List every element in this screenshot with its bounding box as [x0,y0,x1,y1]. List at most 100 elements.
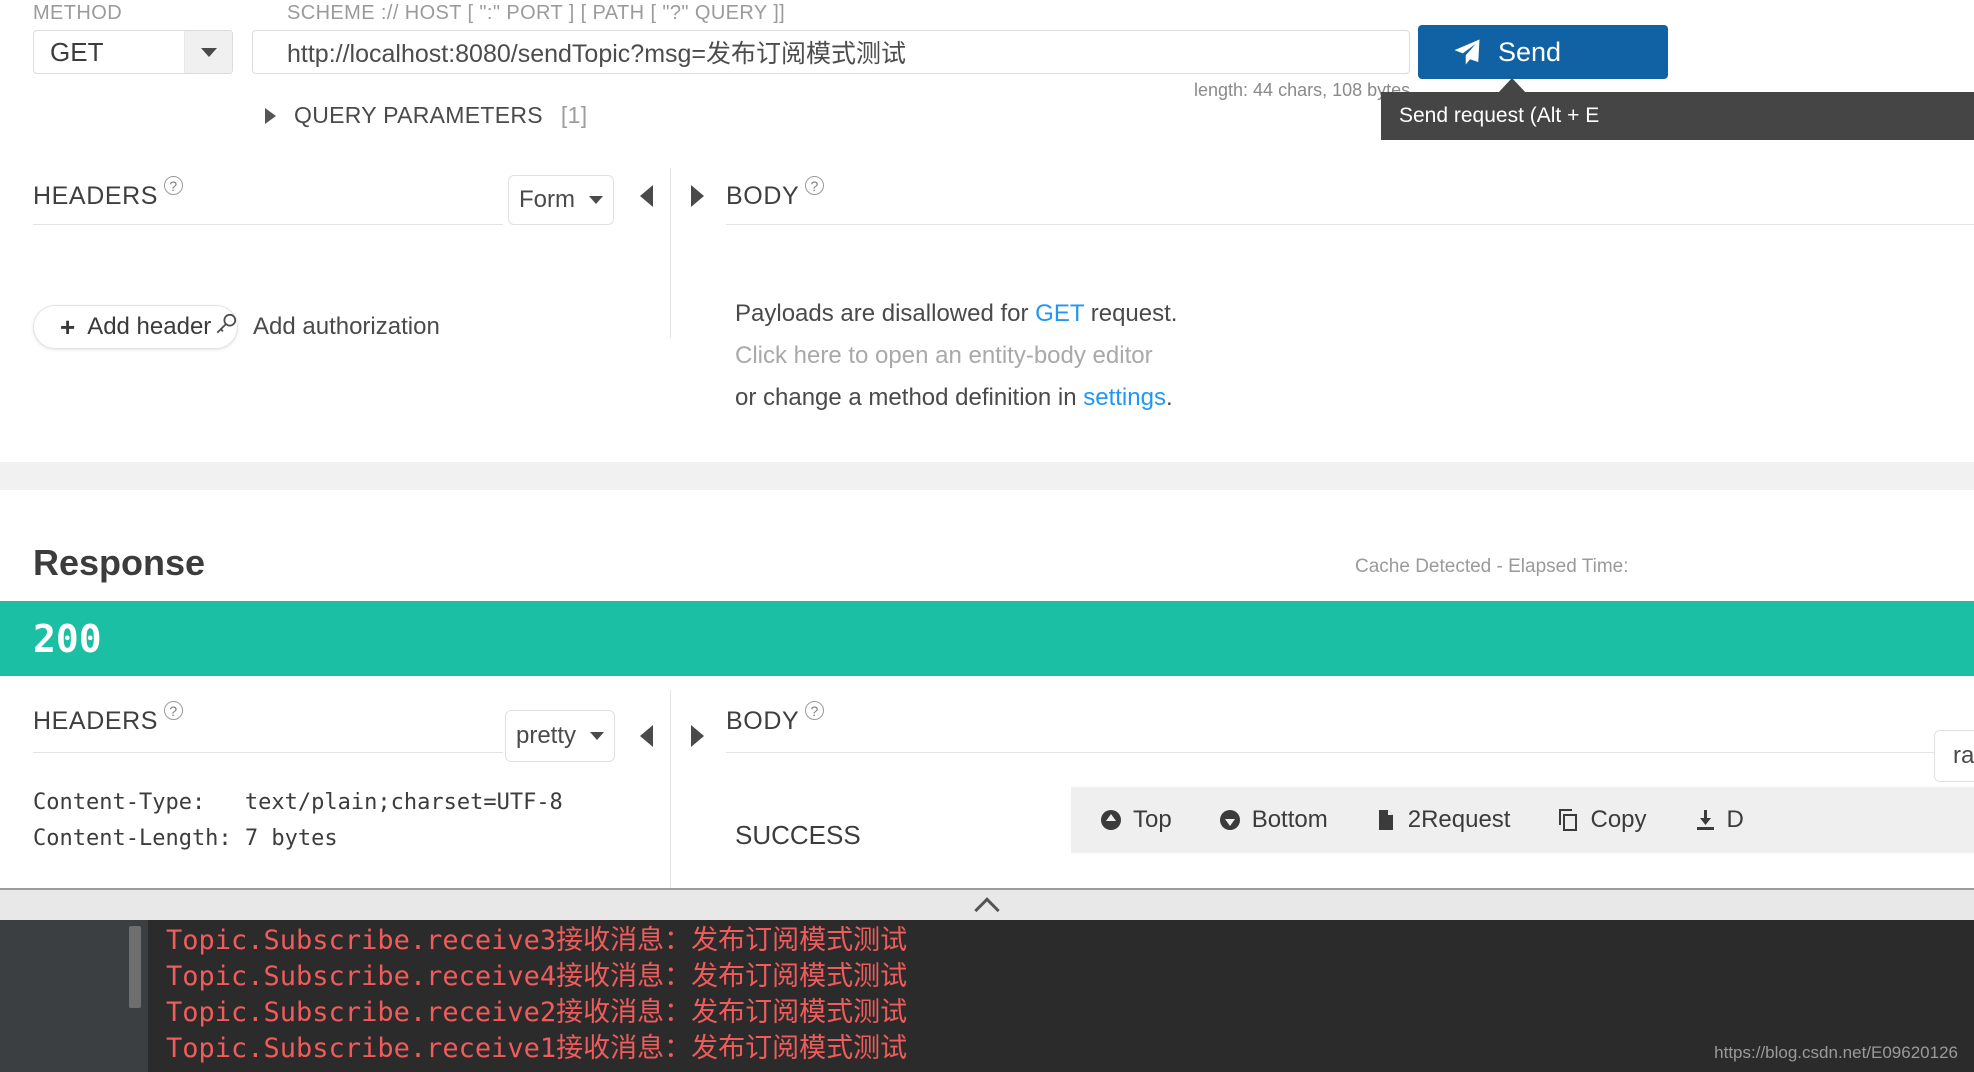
chevron-down-icon [589,196,603,204]
request-headers-label: HEADERS [33,182,159,210]
help-icon[interactable]: ? [164,176,184,195]
toolbar-download-button[interactable]: D [1693,806,1744,834]
triangle-left-icon [639,185,653,207]
toolbar-2request-button[interactable]: 2Request [1374,806,1511,834]
method-select-value: GET [50,36,104,67]
body-message-line-1: Payloads are disallowed for GET request. [735,300,1177,328]
response-raw-format-select[interactable]: ra [1934,730,1974,782]
response-collapse-right-button[interactable] [683,722,711,750]
response-title: Response [33,542,206,583]
toolbar-download-label: D [1726,806,1744,833]
response-body-text: SUCCESS [735,820,861,850]
add-authorization-button[interactable]: Add authorization [213,305,440,349]
method-column-label: METHOD [33,2,123,24]
send-button[interactable]: Send [1418,25,1668,79]
collapse-left-button[interactable] [632,182,660,210]
console-line: Topic.Subscribe.receive4接收消息：发布订阅模式测试 [166,961,908,992]
response-body-divider [726,752,1974,753]
chevron-up-icon [974,897,1000,923]
send-tooltip: Send request (Alt + E [1381,92,1974,140]
body-settings-suffix: . [1165,384,1173,411]
download-icon [1693,808,1717,832]
request-headers-format-select[interactable]: Form [508,175,614,225]
body-message-method-link[interactable]: GET [1035,300,1084,327]
request-headers-heading: HEADERS ? [33,176,184,211]
toolbar-top-label: Top [1133,806,1172,833]
collapse-right-button[interactable] [683,182,711,210]
url-input-value: http://localhost:8080/sendTopic?msg=发布订阅… [287,40,907,68]
response-body-label: BODY [726,707,800,735]
help-icon[interactable]: ? [805,701,825,720]
console-gutter [0,920,148,1072]
console-scrollbar[interactable] [129,926,141,1008]
response-status-bar: 200 [0,601,1974,676]
key-icon [213,311,239,344]
triangle-right-icon [690,725,704,747]
request-body-message: Payloads are disallowed for GET request.… [735,300,1177,426]
response-headers-label: HEADERS [33,707,159,735]
help-icon[interactable]: ? [805,176,825,195]
console-line: Topic.Subscribe.receive3接收消息：发布订阅模式测试 [166,925,908,956]
response-panel-divider [670,690,671,888]
triangle-left-icon [639,725,653,747]
response-header-row-content-type: Content-Type: text/plain;charset=UTF-8 [33,790,563,815]
request-body-label: BODY [726,182,800,210]
request-panel-divider [670,168,671,338]
chevron-down-icon [590,732,605,740]
query-parameters-label: QUERY PARAMETERS [294,102,543,128]
settings-link[interactable]: settings [1083,384,1166,411]
add-header-button[interactable]: + Add header [33,305,239,349]
tooltip-arrow-icon [1498,78,1526,93]
file-icon [1374,808,1398,832]
body-message-prefix: Payloads are disallowed for [735,300,1036,327]
arrow-down-circle-icon [1218,808,1242,832]
console-resize-handle[interactable] [0,888,1974,923]
body-message-suffix: request. [1084,300,1178,327]
response-body-heading: BODY ? [726,701,825,736]
toolbar-bottom-button[interactable]: Bottom [1218,806,1328,834]
url-input[interactable]: http://localhost:8080/sendTopic?msg=发布订阅… [252,30,1410,74]
toolbar-bottom-label: Bottom [1251,806,1328,833]
request-body-divider [726,224,1974,225]
query-parameters-toggle[interactable]: QUERY PARAMETERS [1] [265,102,587,129]
chevron-down-icon [200,47,217,57]
help-icon[interactable]: ? [164,701,184,720]
response-status-code: 200 [33,616,102,661]
panel-gap [0,462,1974,490]
triangle-right-icon [690,185,704,207]
arrow-up-circle-icon [1099,808,1123,832]
response-headers-format-select[interactable]: pretty [505,710,615,762]
request-panel: METHOD SCHEME :// HOST [ ":" PORT ] [ PA… [0,0,1974,470]
url-column-label: SCHEME :// HOST [ ":" PORT ] [ PATH [ "?… [287,2,786,24]
query-parameters-count: [1] [560,102,588,128]
response-header-row-content-length: Content-Length: 7 bytes [33,826,338,851]
response-body-toolbar: Top Bottom 2Request Copy D [1071,787,1974,853]
body-message-line-2[interactable]: Click here to open an entity-body editor [735,342,1177,370]
toolbar-copy-label: Copy [1590,806,1647,833]
watermark: https://blog.csdn.net/E09620126 [1714,1043,1958,1062]
send-button-label: Send [1498,36,1562,67]
request-headers-divider [33,224,503,225]
request-body-heading: BODY ? [726,176,825,211]
response-raw-format-value: ra [1953,742,1974,769]
plus-icon: + [60,312,76,342]
console-line: Topic.Subscribe.receive2接收消息：发布订阅模式测试 [166,997,908,1028]
response-headers-divider [33,752,503,753]
method-dropdown-toggle[interactable] [184,31,232,73]
method-select[interactable]: GET [33,30,233,74]
http-client-window: METHOD SCHEME :// HOST [ ":" PORT ] [ PA… [0,0,1974,1072]
toolbar-top-button[interactable]: Top [1099,806,1172,834]
console-panel: Topic.Subscribe.receive3接收消息：发布订阅模式测试 To… [0,920,1974,1072]
add-authorization-label: Add authorization [253,313,440,340]
console-output: Topic.Subscribe.receive3接收消息：发布订阅模式测试 To… [166,920,907,1064]
chevron-right-icon [265,107,276,124]
response-headers-heading-row: HEADERS ? [33,701,184,736]
cache-detected-note: Cache Detected - Elapsed Time: [1355,556,1629,577]
url-length-note: length: 44 chars, 108 bytes [1194,80,1411,100]
add-header-label: Add header [87,313,212,340]
response-collapse-left-button[interactable] [632,722,660,750]
toolbar-copy-button[interactable]: Copy [1556,806,1647,834]
toolbar-2request-label: 2Request [1407,806,1511,833]
console-line: Topic.Subscribe.receive1接收消息：发布订阅模式测试 [166,1033,908,1064]
copy-icon [1556,808,1580,832]
